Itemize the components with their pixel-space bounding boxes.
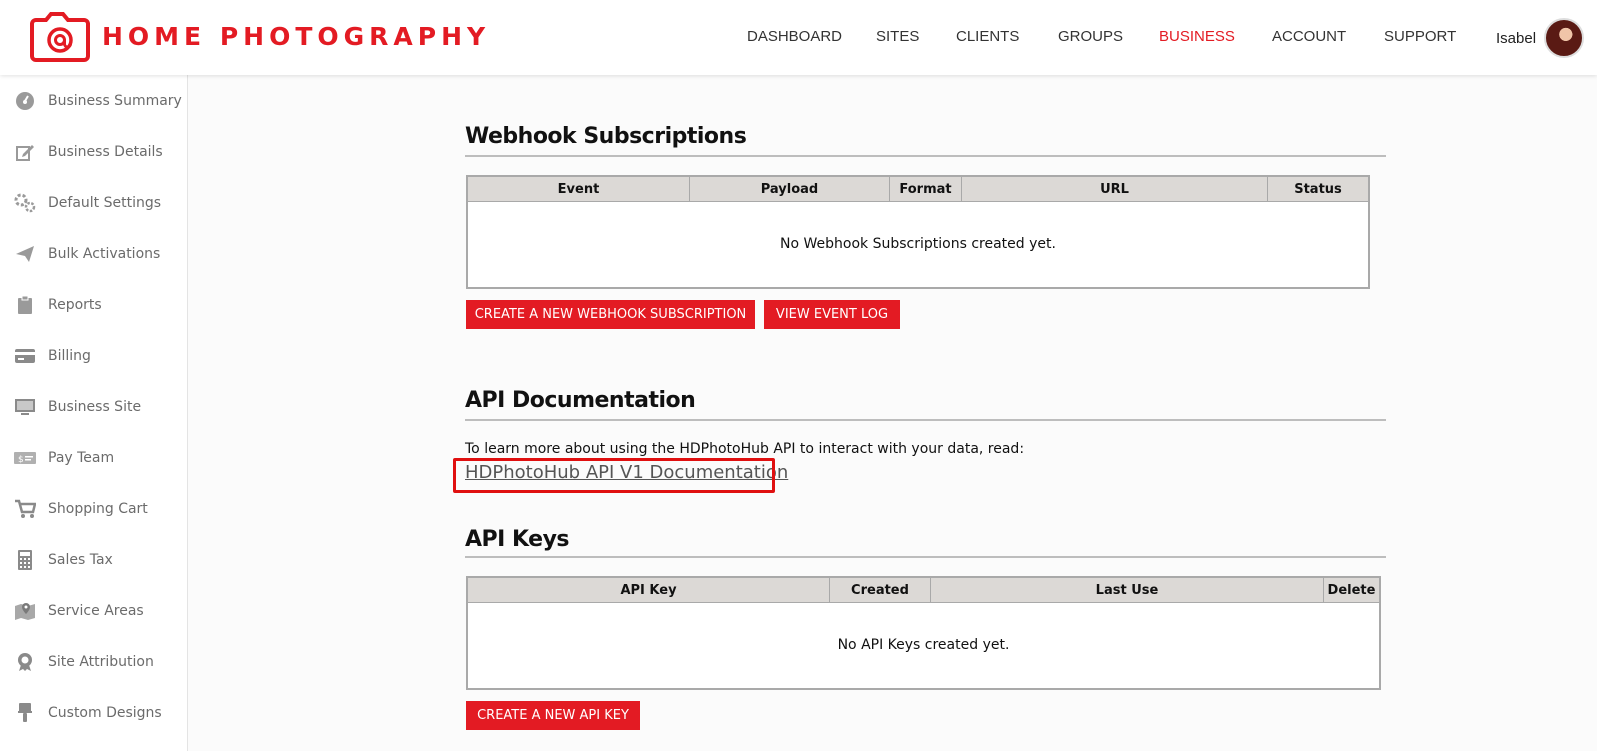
create-api-key-button[interactable]: CREATE A NEW API KEY (466, 701, 640, 730)
section-divider (465, 155, 1386, 157)
column-header-created[interactable]: Created (830, 578, 931, 603)
money-icon: $ (14, 447, 36, 469)
column-header-delete[interactable]: Delete (1324, 578, 1379, 603)
webhooks-empty-message: No Webhook Subscriptions created yet. (780, 236, 1056, 252)
sidebar-item-default-settings[interactable]: Default Settings (0, 183, 188, 223)
view-event-log-button[interactable]: VIEW EVENT LOG (764, 300, 900, 329)
sidebar-item-label: Service Areas (48, 603, 144, 619)
paint-brush-icon (14, 702, 36, 724)
sidebar-item-billing[interactable]: Billing (0, 336, 188, 376)
avatar (1544, 18, 1585, 58)
brand-name: HOME PHOTOGRAPHY (102, 21, 491, 51)
credit-card-icon (14, 345, 36, 367)
sidebar-item-label: Default Settings (48, 195, 162, 211)
brand-logo[interactable]: HOME PHOTOGRAPHY (30, 10, 490, 62)
sidebar-item-custom-designs[interactable]: Custom Designs (0, 693, 188, 733)
sidebar-item-label: Site Attribution (48, 654, 154, 670)
webhooks-table: Event Payload Format URL Status No Webho… (466, 175, 1370, 289)
sidebar-item-label: Business Details (48, 144, 163, 160)
map-icon (14, 600, 36, 622)
sidebar-item-business-summary[interactable]: Business Summary (0, 81, 188, 121)
user-menu[interactable]: Isabel (1496, 18, 1585, 58)
webhooks-title: Webhook Subscriptions (465, 124, 747, 149)
sidebar-item-label: Business Summary (48, 93, 182, 109)
monitor-icon (14, 396, 36, 418)
edit-icon (14, 141, 36, 163)
column-header-url[interactable]: URL (962, 177, 1268, 202)
create-webhook-button[interactable]: CREATE A NEW WEBHOOK SUBSCRIPTION (466, 300, 755, 329)
sidebar: Business Summary Business Details Defaul… (0, 75, 188, 751)
api-keys-title: API Keys (465, 527, 570, 552)
top-header: HOME PHOTOGRAPHY DASHBOARD SITES CLIENTS… (0, 0, 1597, 75)
gears-icon (14, 192, 36, 214)
sidebar-item-label: Custom Designs (48, 705, 162, 721)
nav-account[interactable]: ACCOUNT (1272, 28, 1346, 45)
sidebar-item-site-attribution[interactable]: Site Attribution (0, 642, 188, 682)
api-docs-link[interactable]: HDPhotoHub API V1 Documentation (465, 462, 788, 483)
column-header-status[interactable]: Status (1268, 177, 1368, 202)
sidebar-item-label: Reports (48, 297, 102, 313)
calculator-icon (14, 549, 36, 571)
column-header-event[interactable]: Event (468, 177, 690, 202)
sidebar-item-pay-team[interactable]: $ Pay Team (0, 438, 188, 478)
column-header-payload[interactable]: Payload (690, 177, 890, 202)
section-divider (465, 419, 1386, 421)
nav-sites[interactable]: SITES (876, 28, 919, 45)
sidebar-item-business-site[interactable]: Business Site (0, 387, 188, 427)
sidebar-item-label: Bulk Activations (48, 246, 161, 262)
nav-clients[interactable]: CLIENTS (956, 28, 1019, 45)
column-header-last-use[interactable]: Last Use (931, 578, 1324, 603)
nav-dashboard[interactable]: DASHBOARD (747, 28, 842, 45)
column-header-api-key[interactable]: API Key (468, 578, 830, 603)
sidebar-item-sales-tax[interactable]: Sales Tax (0, 540, 188, 580)
sidebar-item-label: Billing (48, 348, 91, 364)
clipboard-icon (14, 294, 36, 316)
api-keys-empty-message: No API Keys created yet. (837, 637, 1010, 653)
column-header-format[interactable]: Format (890, 177, 962, 202)
paper-plane-icon (14, 243, 36, 265)
award-icon (14, 651, 36, 673)
svg-text:$: $ (18, 455, 24, 465)
sidebar-item-label: Shopping Cart (48, 501, 148, 517)
sidebar-item-label: Business Site (48, 399, 142, 415)
cart-icon (14, 498, 36, 520)
gauge-icon (14, 90, 36, 112)
api-docs-title: API Documentation (465, 388, 696, 413)
nav-business[interactable]: BUSINESS (1159, 28, 1235, 45)
camera-at-icon (30, 10, 90, 62)
sidebar-item-reports[interactable]: Reports (0, 285, 188, 325)
section-divider (465, 556, 1386, 558)
user-name: Isabel (1496, 29, 1537, 47)
sidebar-item-label: Sales Tax (48, 552, 113, 568)
sidebar-item-business-details[interactable]: Business Details (0, 132, 188, 172)
sidebar-item-service-areas[interactable]: Service Areas (0, 591, 188, 631)
api-keys-table-header: API Key Created Last Use Delete (468, 578, 1379, 603)
sidebar-item-bulk-activations[interactable]: Bulk Activations (0, 234, 188, 274)
webhooks-table-header: Event Payload Format URL Status (468, 177, 1368, 202)
sidebar-item-label: Pay Team (48, 450, 115, 466)
api-docs-description: To learn more about using the HDPhotoHub… (465, 441, 1025, 457)
sidebar-item-shopping-cart[interactable]: Shopping Cart (0, 489, 188, 529)
api-keys-table: API Key Created Last Use Delete No API K… (466, 576, 1381, 690)
nav-support[interactable]: SUPPORT (1384, 28, 1456, 45)
nav-groups[interactable]: GROUPS (1058, 28, 1123, 45)
